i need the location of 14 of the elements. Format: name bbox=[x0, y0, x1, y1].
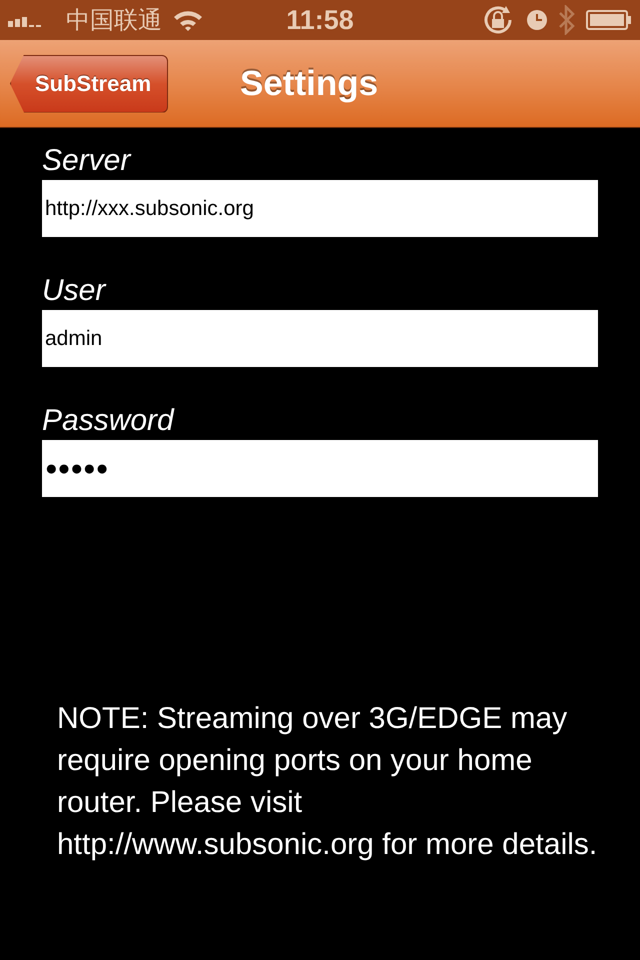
input-field[interactable]: ●●●●● bbox=[42, 440, 598, 497]
field-label: Password bbox=[42, 404, 176, 438]
back-button[interactable]: SubStream bbox=[10, 54, 168, 112]
clock-icon bbox=[526, 9, 548, 31]
field-label: User bbox=[42, 274, 108, 308]
note-text: NOTE: Streaming over 3G/EDGE may require opening ports on your home router. Please visit http://www.subsonic.org for more details. bbox=[57, 701, 598, 863]
field-label: Server bbox=[42, 144, 132, 178]
nav-title: Settings bbox=[240, 64, 378, 104]
battery-icon bbox=[586, 10, 632, 30]
status-time: 11:58 bbox=[286, 4, 354, 36]
carrier-name: 中国联通 bbox=[66, 5, 162, 36]
input-field[interactable]: admin bbox=[42, 310, 598, 367]
bluetooth-icon bbox=[558, 5, 576, 35]
input-field[interactable]: http://xxx.subsonic.org bbox=[42, 180, 598, 237]
